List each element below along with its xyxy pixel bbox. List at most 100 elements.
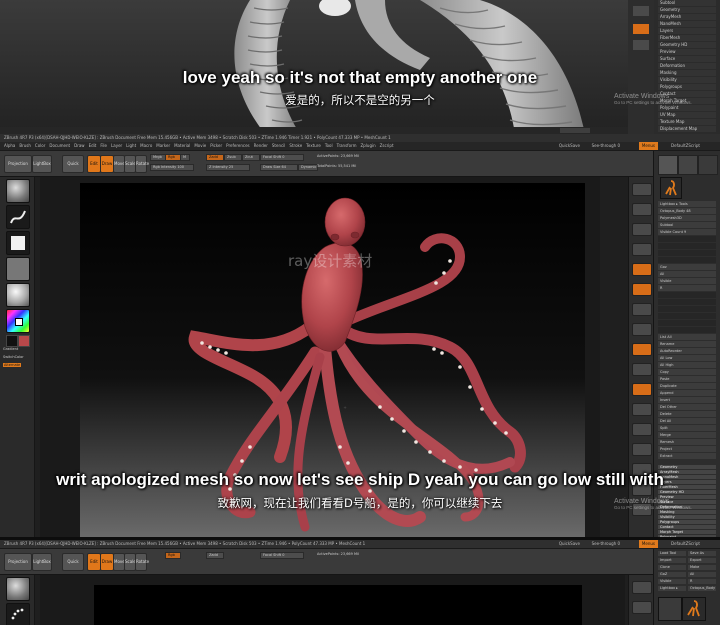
menu-file[interactable]: File — [100, 142, 107, 150]
projection-master-button[interactable]: Projection Master — [4, 155, 32, 182]
menu-texture[interactable]: Texture — [306, 142, 321, 150]
tool-menu-row[interactable]: Export — [688, 558, 716, 563]
tool-panel-row[interactable]: Delete — [658, 411, 716, 417]
tool-menu-row[interactable]: R — [688, 579, 716, 584]
menus-toggle[interactable]: Menus — [638, 540, 658, 548]
m-toggle[interactable]: M — [180, 154, 190, 161]
bpr-button[interactable] — [632, 183, 652, 196]
zcut-toggle[interactable]: Zcut — [242, 154, 260, 161]
menu-layer[interactable]: Layer — [111, 142, 122, 150]
menus-toggle[interactable]: Menus — [638, 142, 658, 150]
tool-panel-row[interactable]: Project — [658, 446, 716, 452]
menu-item-uv-map[interactable]: UV Map — [658, 112, 716, 118]
rotate-view-button[interactable] — [632, 403, 652, 416]
tool-panel-row[interactable]: All High — [658, 362, 716, 368]
move-view-button[interactable] — [632, 443, 652, 456]
menu-item-geometry-hd[interactable]: Geometry HD — [658, 42, 716, 48]
submenu-geometry-hd[interactable]: Geometry HD — [658, 490, 716, 494]
menu-tool[interactable]: Tool — [325, 142, 333, 150]
tool-panel-row[interactable]: Del All — [658, 418, 716, 424]
mrgb-toggle[interactable]: Mrgb — [150, 154, 166, 161]
gradient-label[interactable]: Gradient — [3, 347, 18, 351]
tool-panel-row[interactable]: Polymesh3D — [658, 215, 716, 221]
aahalf-button[interactable] — [632, 283, 652, 296]
tool-panel-row[interactable]: Append — [658, 390, 716, 396]
tool-panel-row[interactable] — [658, 250, 716, 256]
rotate-mode-button[interactable]: Rotate — [135, 553, 149, 571]
menu-transform[interactable]: Transform — [337, 142, 357, 150]
tool-panel-row[interactable] — [658, 299, 716, 305]
menu-light[interactable]: Light — [126, 142, 136, 150]
draw-mode-button[interactable]: Draw — [100, 155, 114, 173]
zoom-button[interactable] — [632, 243, 652, 256]
viewport-canvas[interactable] — [40, 575, 625, 625]
lsym-button[interactable] — [632, 363, 652, 376]
color-picker-icon[interactable] — [6, 309, 30, 333]
edit-mode-button[interactable]: Edit — [87, 553, 101, 571]
submenu-polypaint[interactable]: Polypaint — [658, 535, 716, 537]
scroll-button[interactable] — [632, 223, 652, 236]
menu-item-nanomesh[interactable]: NanoMesh — [658, 21, 716, 27]
material-icon[interactable] — [6, 283, 30, 307]
tool-panel-row[interactable]: Insert — [658, 397, 716, 403]
tool-thumb-1[interactable] — [658, 597, 682, 621]
spix-button[interactable] — [632, 601, 652, 614]
menu-document[interactable]: Document — [49, 142, 70, 150]
tool-panel-row[interactable]: Lightbox ▸ Tools — [658, 201, 716, 207]
menu-item-layers[interactable]: Layers — [658, 28, 716, 34]
brush-icon[interactable] — [6, 179, 30, 203]
tool-panel-row[interactable]: Extract — [658, 453, 716, 459]
quick-sketch-button[interactable]: Quick Sketch — [62, 553, 84, 580]
zadd-toggle[interactable]: Zadd — [206, 552, 224, 559]
rotate-mode-button[interactable]: Rotate — [135, 155, 149, 173]
tool-panel-row[interactable]: AutoReorder — [658, 348, 716, 354]
draw-mode-button[interactable]: Draw — [100, 553, 114, 571]
menu-item-preview[interactable]: Preview — [658, 49, 716, 55]
menu-stencil[interactable]: Stencil — [272, 142, 286, 150]
tool-menu-row[interactable]: Visible — [658, 579, 686, 584]
spix-button[interactable] — [632, 203, 652, 216]
tool-panel-row[interactable]: Visible — [658, 278, 716, 284]
tool-thumb-3[interactable] — [698, 155, 718, 175]
xyz-button[interactable] — [632, 383, 652, 396]
tool-thumb-2[interactable] — [678, 155, 698, 175]
floor-button[interactable] — [632, 323, 652, 336]
octopus-thumb[interactable] — [682, 597, 706, 621]
tool-panel-row[interactable]: Split — [658, 425, 716, 431]
tool-thumb-1[interactable] — [658, 155, 678, 175]
tool-panel-row[interactable]: Copy — [658, 369, 716, 375]
quicksave-button[interactable]: QuickSave — [559, 142, 580, 150]
tool-panel-row[interactable] — [658, 320, 716, 326]
tool-panel-row[interactable]: Rename — [658, 341, 716, 347]
menu-brush[interactable]: Brush — [19, 142, 31, 150]
menu-item-displacement-map[interactable]: Displacement Map — [658, 126, 716, 132]
rgb-toggle[interactable]: Rgb — [165, 552, 181, 559]
tool-menu-row[interactable]: GoZ — [658, 572, 686, 577]
menu-item-arraymesh[interactable]: ArrayMesh — [658, 14, 716, 20]
tool-panel-row[interactable]: Merge — [658, 432, 716, 438]
submenu-contact[interactable]: Contact — [658, 525, 716, 529]
menu-item-fibermesh[interactable]: FiberMesh — [658, 35, 716, 41]
rgb-toggle[interactable]: Rgb — [165, 154, 181, 161]
tool-menu-row[interactable]: All — [688, 572, 716, 577]
tool-panel-row[interactable] — [658, 236, 716, 242]
menu-item-subtool[interactable]: Subtool — [658, 0, 716, 6]
draw-size-slider[interactable]: Draw Size 64 — [260, 164, 298, 171]
stroke-icon[interactable] — [6, 603, 30, 625]
octopus-thumb[interactable] — [660, 177, 682, 199]
tool-panel-row[interactable]: Paste — [658, 376, 716, 382]
lightbox-button[interactable]: LightBox — [32, 553, 52, 571]
zadd-toggle[interactable]: Zadd — [206, 154, 224, 161]
tool-menu-row[interactable]: Make PolyMesh3D — [688, 565, 716, 570]
tool-panel-row[interactable] — [658, 257, 716, 263]
focal-shift-slider[interactable]: Focal Shift 0 — [260, 154, 304, 161]
tool-menu-row[interactable]: Lightbox ▸ Tools — [658, 586, 686, 591]
tool-panel-row[interactable] — [658, 243, 716, 249]
quicksave-button[interactable]: QuickSave — [559, 540, 580, 548]
switch-color-label[interactable]: SwitchColor — [3, 355, 24, 359]
menu-draw[interactable]: Draw — [74, 142, 84, 150]
submenu-visibility[interactable]: Visibility — [658, 515, 716, 519]
alternate-label[interactable]: Alternate — [3, 363, 22, 367]
menu-item-geometry[interactable]: Geometry — [658, 7, 716, 13]
tool-menu-row[interactable]: Import — [658, 558, 686, 563]
